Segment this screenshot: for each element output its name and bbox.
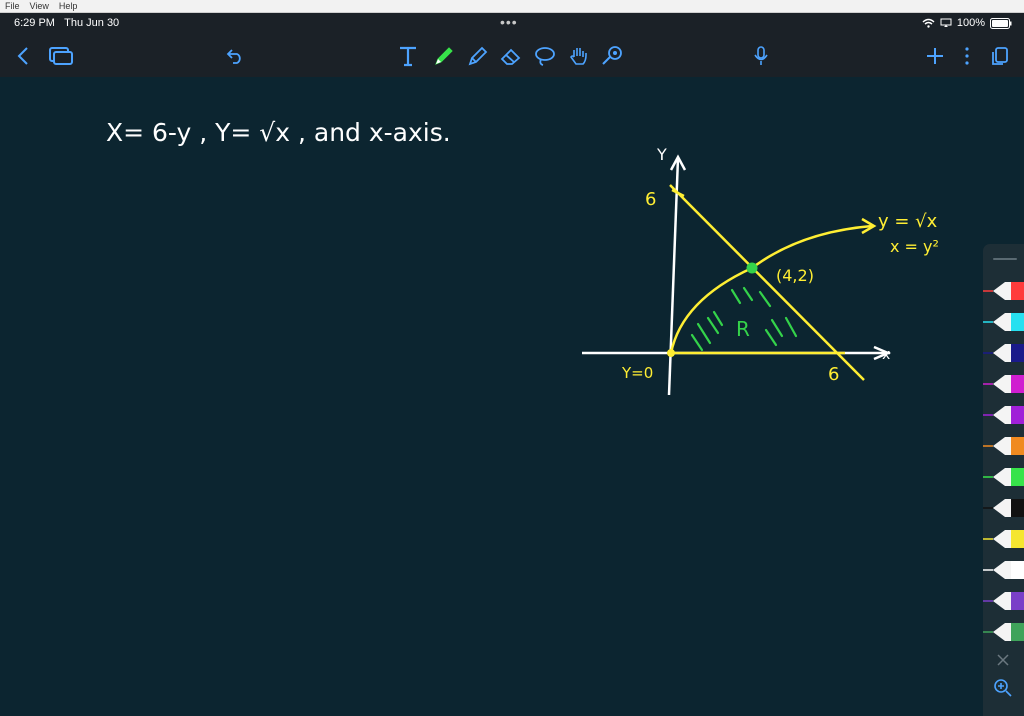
pen-icon [435,47,453,65]
intersection-label: (4,2) [776,266,814,285]
x-axis-label: x [882,347,890,363]
chevron-left-icon [17,47,28,65]
add-button[interactable] [924,35,946,77]
more-icon [965,47,969,65]
y-axis-label: Y [656,145,667,164]
zoom-icon[interactable] [993,678,1013,698]
pen-color-swatch[interactable] [983,279,1024,303]
text-tool-button[interactable] [395,35,421,77]
pen-color-swatch[interactable] [983,310,1024,334]
page-view-icon [992,47,1008,65]
eraser-button[interactable] [497,35,525,77]
menu-view[interactable]: View [30,1,49,11]
status-right: 100% [922,17,1012,29]
pen-color-swatch[interactable] [983,620,1024,644]
pen-color-swatch[interactable] [983,496,1024,520]
undo-button[interactable] [222,35,248,77]
pen-color-swatch[interactable] [983,589,1024,613]
more-button[interactable] [958,35,976,77]
hand-icon [570,48,587,65]
time-text: 6:29 PM [14,17,55,29]
battery-icon [990,17,1012,29]
lasso-button[interactable] [531,35,559,77]
menu-bar: File View Help [0,0,1024,13]
undo-icon [226,49,241,64]
back-button[interactable] [12,35,34,77]
pages-button[interactable] [46,35,76,77]
pen-palette [983,244,1024,716]
pen-color-swatch[interactable] [983,403,1024,427]
pen-color-swatch[interactable] [983,434,1024,458]
lasso-icon [535,47,555,66]
menu-file[interactable]: File [5,1,20,11]
toolbar [0,35,1024,77]
microphone-icon [754,46,768,65]
battery-percent: 100% [956,17,985,29]
x-tick-label: 6 [828,364,839,385]
y-tick-label: 6 [645,189,656,210]
shapes-button[interactable] [598,35,626,77]
problem-text: X= 6-y , Y= √x , and x-axis. [106,118,451,147]
text-tool-icon [400,46,416,67]
pen-color-swatch[interactable] [983,341,1024,365]
close-icon[interactable] [996,653,1010,667]
page-view-button[interactable] [988,35,1012,77]
curve-label-alt: x = y² [890,237,939,256]
status-bar: 6:29 PM Thu Jun 30 ••• 100% [0,13,1024,35]
microphone-button[interactable] [750,35,772,77]
line-x-equals-6-minus-y [669,184,865,381]
pen-color-swatch[interactable] [983,558,1024,582]
highlighter-button[interactable] [464,35,492,77]
pages-icon [49,47,73,65]
region-label: R [736,317,750,341]
pen-color-swatch[interactable] [983,372,1024,396]
date-text: Thu Jun 30 [64,17,120,29]
baseline-label: Y=0 [621,364,653,382]
pen-color-swatch[interactable] [983,465,1024,489]
shapes-icon [602,46,622,65]
curve-y-equals-sqrt-x [669,224,873,354]
pen-tool-button[interactable] [430,35,458,77]
menu-help[interactable]: Help [59,1,78,11]
multitasking-dots-icon[interactable]: ••• [500,14,518,30]
wifi-icon [922,18,935,28]
eraser-icon [500,48,521,65]
intersection-point [746,262,758,274]
curve-label: y = √x [878,211,938,232]
screen-mirror-icon [940,18,952,27]
note-canvas[interactable]: X= 6-y , Y= √x , and x-axis. Y x 6 6 y =… [0,77,1024,716]
handwriting-layer: X= 6-y , Y= √x , and x-axis. Y x 6 6 y =… [106,118,939,396]
status-time: 6:29 PM Thu Jun 30 [14,17,119,29]
highlighter-icon [468,46,488,66]
hand-tool-button[interactable] [565,35,593,77]
palette-handle[interactable] [993,258,1017,260]
plus-icon [927,48,943,64]
origin-point [667,349,675,357]
pen-color-swatch[interactable] [983,527,1024,551]
